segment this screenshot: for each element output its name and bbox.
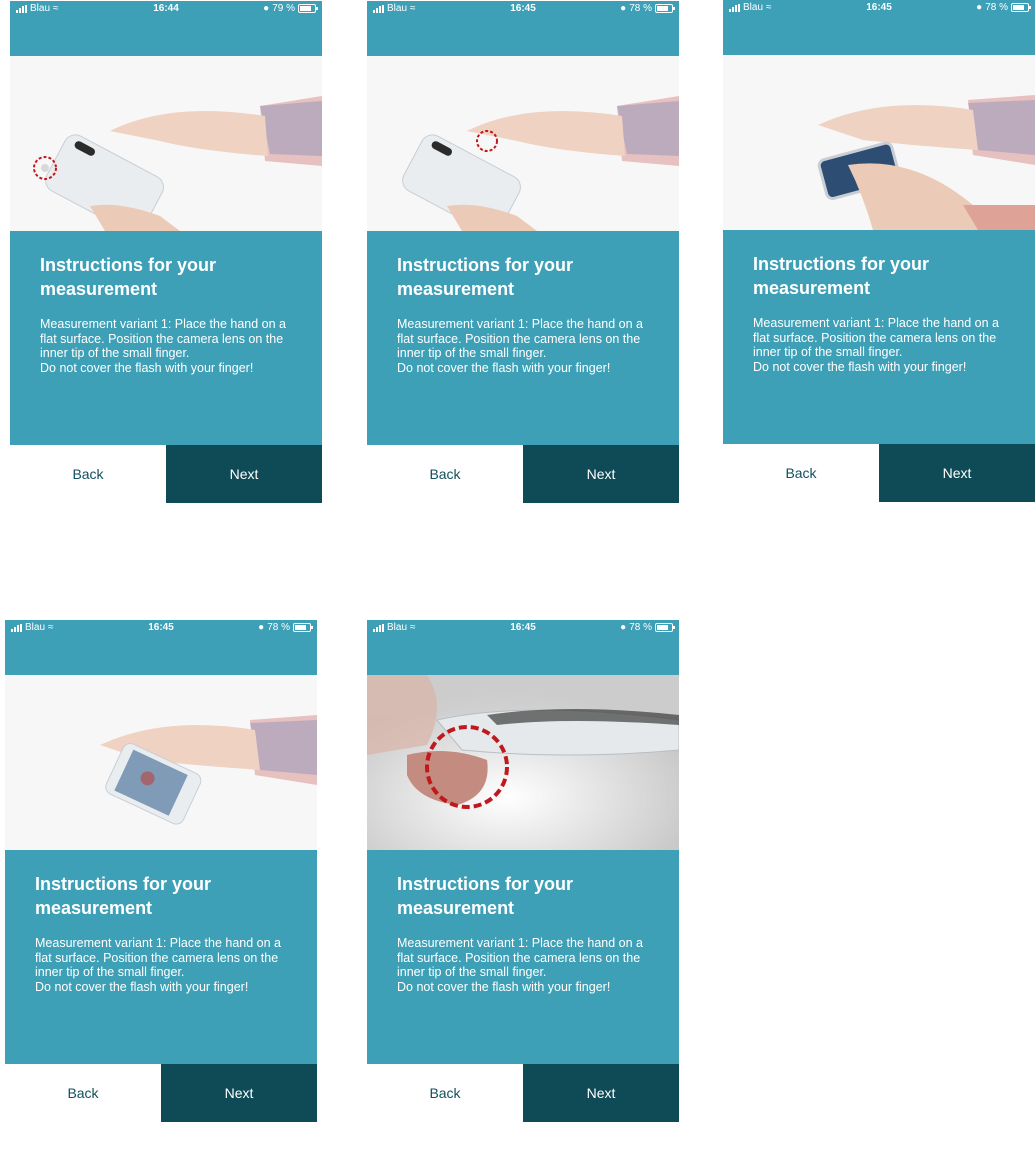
battery-icon [655, 4, 675, 13]
alarm-icon: ● [258, 622, 265, 633]
instructions-body: Measurement variant 1: Place the hand on… [35, 936, 281, 994]
instruction-photo [10, 56, 322, 231]
instructions-text: Instructions for your measurement Measur… [397, 253, 657, 375]
footer-nav: Back Next [5, 1064, 317, 1122]
instruction-photo [723, 55, 1035, 230]
footer-nav: Back Next [367, 445, 679, 503]
instruction-photo [5, 675, 317, 850]
instructions-body: Measurement variant 1: Place the hand on… [753, 316, 999, 374]
battery: ● 79 % [263, 3, 318, 14]
footer-nav: Back Next [367, 1064, 679, 1122]
back-button[interactable]: Back [367, 1064, 523, 1122]
instructions-text: Instructions for your measurement Measur… [397, 872, 657, 994]
page-title: Instructions for your measurement [40, 255, 217, 299]
battery-icon [1011, 3, 1031, 12]
back-button[interactable]: Back [5, 1064, 161, 1122]
phone-screen-2: Blau ≈ 16:45 ● 78 % Instructions for you… [367, 1, 679, 503]
alarm-icon: ● [620, 3, 627, 14]
phone-screen-4: Blau ≈ 16:45 ● 78 % Instructions for you… [5, 620, 317, 1122]
status-bar: Blau ≈ 16:45 ● 78 % [367, 620, 679, 638]
instructions-body: Measurement variant 1: Place the hand on… [397, 936, 643, 994]
next-button[interactable]: Next [161, 1064, 317, 1122]
instructions-body: Measurement variant 1: Place the hand on… [397, 317, 643, 375]
next-button[interactable]: Next [523, 445, 679, 503]
alarm-icon: ● [976, 2, 983, 13]
footer-nav: Back Next [10, 445, 322, 503]
page-title: Instructions for your measurement [35, 874, 212, 918]
back-button[interactable]: Back [723, 444, 879, 502]
battery-percent: 78 % [267, 622, 290, 633]
battery: ● 78 % [258, 622, 313, 633]
instruction-photo [367, 675, 679, 850]
next-button[interactable]: Next [523, 1064, 679, 1122]
phone-screen-5: Blau ≈ 16:45 ● 78 % Instructions for you… [367, 620, 679, 1122]
battery-percent: 79 % [272, 3, 295, 14]
alarm-icon: ● [263, 3, 270, 14]
page-title: Instructions for your measurement [397, 255, 574, 299]
instructions-text: Instructions for your measurement Measur… [35, 872, 295, 994]
battery-icon [293, 623, 313, 632]
status-bar: Blau ≈ 16:45 ● 78 % [367, 1, 679, 19]
status-bar: Blau ≈ 16:44 ● 79 % [10, 1, 322, 19]
battery: ● 78 % [620, 3, 675, 14]
page-title: Instructions for your measurement [753, 254, 930, 298]
back-button[interactable]: Back [367, 445, 523, 503]
back-button[interactable]: Back [10, 445, 166, 503]
phone-screen-1: Blau ≈ 16:44 ● 79 % Instructions for you… [10, 1, 322, 503]
next-button[interactable]: Next [166, 445, 322, 503]
instruction-photo [367, 56, 679, 231]
battery-percent: 78 % [629, 3, 652, 14]
battery-percent: 78 % [629, 622, 652, 633]
instructions-text: Instructions for your measurement Measur… [40, 253, 300, 375]
next-button[interactable]: Next [879, 444, 1035, 502]
status-bar: Blau ≈ 16:45 ● 78 % [723, 0, 1035, 18]
battery: ● 78 % [620, 622, 675, 633]
battery-icon [655, 623, 675, 632]
footer-nav: Back Next [723, 444, 1035, 502]
battery-percent: 78 % [985, 2, 1008, 13]
instructions-text: Instructions for your measurement Measur… [753, 252, 1013, 374]
phone-screen-3: Blau ≈ 16:45 ● 78 % Instructions for you… [723, 0, 1035, 502]
status-bar: Blau ≈ 16:45 ● 78 % [5, 620, 317, 638]
battery-icon [298, 4, 318, 13]
battery: ● 78 % [976, 2, 1031, 13]
alarm-icon: ● [620, 622, 627, 633]
page-title: Instructions for your measurement [397, 874, 574, 918]
instructions-body: Measurement variant 1: Place the hand on… [40, 317, 286, 375]
